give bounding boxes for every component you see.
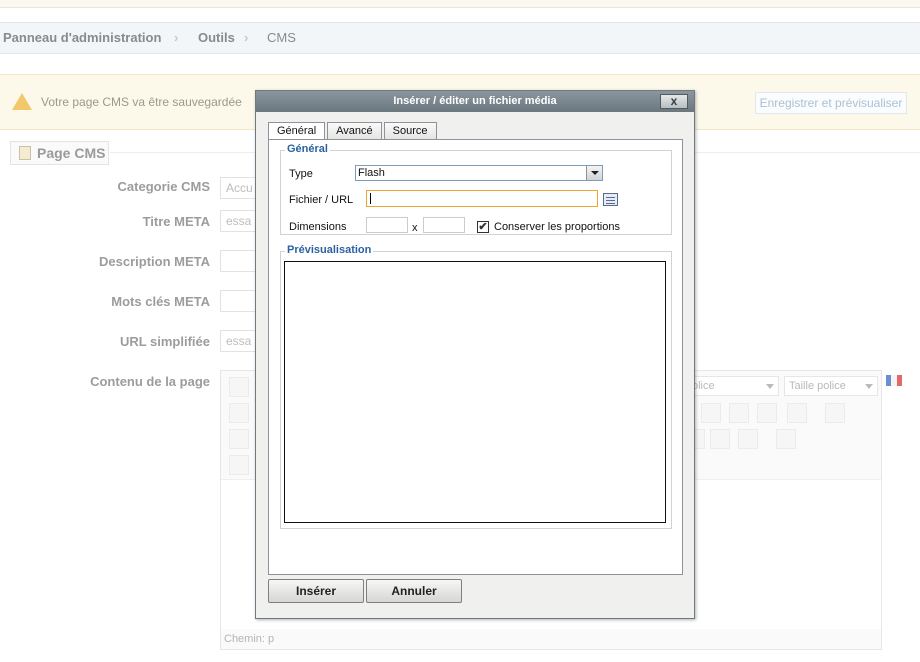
save-and-preview-button[interactable]: Enregistrer et prévisualiser (755, 92, 907, 114)
media-dialog: Insérer / éditer un fichier média x Géné… (255, 90, 695, 619)
content-label: Contenu de la page (90, 374, 210, 389)
warning-icon (12, 93, 32, 110)
new-document-icon[interactable] (229, 377, 249, 397)
breadcrumb-item-cms: CMS (267, 30, 296, 45)
page-edit-icon (19, 146, 31, 160)
editor-path: Chemin: p (224, 633, 275, 645)
preview-legend: Prévisualisation (285, 244, 374, 256)
cancel-button[interactable]: Annuler (366, 579, 462, 603)
meta-description-label: Description META (99, 254, 210, 269)
font-size-value: Taille police (789, 380, 846, 392)
tab-source[interactable]: Source (383, 122, 437, 140)
font-size-select[interactable]: Taille police (784, 376, 878, 396)
media-icon[interactable] (757, 403, 777, 423)
dimensions-separator: x (412, 222, 418, 234)
meta-title-input[interactable]: essa (220, 210, 260, 232)
page-cms-legend-text: Page CMS (37, 145, 106, 161)
file-url-input[interactable] (366, 190, 598, 207)
meta-keywords-input[interactable] (220, 290, 260, 312)
template-icon[interactable] (776, 429, 796, 449)
anchor-icon[interactable] (729, 403, 749, 423)
meta-keywords-label: Mots clés META (111, 294, 210, 309)
text-caret (370, 193, 371, 204)
category-select[interactable]: Accu (220, 177, 256, 199)
url-label: URL simplifiée (119, 334, 210, 349)
special-char-icon[interactable] (710, 429, 730, 449)
dialog-tabs: Général Avancé Source (268, 122, 437, 141)
close-icon[interactable]: x (660, 94, 688, 109)
width-input[interactable] (366, 217, 408, 233)
tab-advanced[interactable]: Avancé (327, 122, 382, 140)
warning-text: Votre page CMS va être sauvegardée (41, 95, 242, 109)
breadcrumb-item-admin[interactable]: Panneau d'administration (3, 30, 161, 45)
page-break-icon[interactable] (738, 429, 758, 449)
highlight-icon[interactable] (701, 403, 721, 423)
breadcrumb-separator-icon: › (174, 30, 179, 45)
url-input[interactable]: essa (220, 330, 260, 352)
type-select[interactable]: Flash (355, 165, 603, 181)
chevron-down-icon[interactable] (586, 166, 602, 180)
cut-icon[interactable] (229, 403, 249, 423)
general-legend: Général (285, 143, 330, 155)
file-url-label: Fichier / URL (289, 194, 354, 206)
media-preview-area (284, 261, 666, 523)
insert-button[interactable]: Insérer (268, 579, 364, 603)
dialog-title-bar[interactable]: Insérer / éditer un fichier média (256, 91, 694, 112)
dimensions-label: Dimensions (289, 221, 347, 233)
breadcrumb-item-tools[interactable]: Outils (198, 30, 235, 45)
type-select-value: Flash (358, 167, 385, 179)
french-flag-icon[interactable] (886, 375, 902, 386)
paste-icon[interactable] (229, 429, 249, 449)
background-color-icon[interactable] (825, 403, 845, 423)
height-input[interactable] (423, 217, 465, 233)
style-icon[interactable] (229, 455, 249, 475)
page-cms-legend: Page CMS (10, 141, 109, 165)
keep-proportions-label: Conserver les proportions (494, 221, 620, 233)
meta-title-label: Titre META (142, 214, 210, 229)
meta-description-input[interactable] (220, 250, 260, 272)
font-family-value: olice (692, 380, 715, 392)
font-color-icon[interactable] (787, 403, 807, 423)
type-label: Type (289, 168, 313, 180)
breadcrumb-separator-icon: › (244, 30, 249, 45)
dialog-title: Insérer / éditer un fichier média (393, 95, 557, 107)
font-family-select[interactable]: olice (687, 376, 779, 396)
top-strip (0, 0, 920, 8)
browse-icon[interactable] (603, 193, 618, 206)
keep-proportions-checkbox[interactable]: ✔ (477, 221, 489, 233)
category-label: Categorie CMS (117, 179, 210, 194)
breadcrumb: Panneau d'administration › Outils › CMS (0, 22, 920, 54)
